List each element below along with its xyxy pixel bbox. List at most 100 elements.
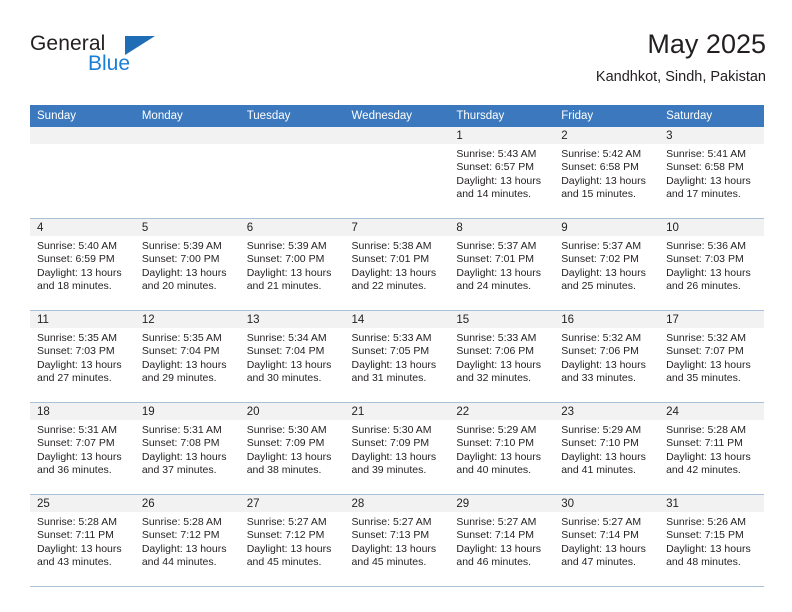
sunset-text: Sunset: 7:00 PM — [141, 253, 220, 266]
day-sun-info: Sunrise: 5:41 AM Sunset: 6:58 PM Daylight:… — [659, 144, 764, 202]
day-number — [344, 127, 450, 144]
weekday-header-monday: Monday — [134, 105, 240, 127]
day-cell: 15 Sunrise: 5:33 AM Sunset: 7:06 PM Dayligh… — [449, 311, 555, 402]
day-cell — [239, 127, 345, 218]
calendar-cell-day[interactable]: 22 Sunrise: 5:29 AM Sunset: 7:10 PM Dayligh… — [449, 402, 555, 495]
calendar-cell-day[interactable]: 29 Sunrise: 5:27 AM Sunset: 7:14 PM Dayligh… — [449, 494, 555, 587]
sunset-text: Sunset: 7:07 PM — [37, 437, 115, 450]
day-number: 30 — [554, 495, 660, 512]
sunrise-text: Sunrise: 5:39 AM — [246, 240, 327, 252]
sunset-text: Sunset: 7:02 PM — [561, 253, 639, 266]
daylight-text: Daylight: 13 hours and 48 minutes. — [666, 542, 751, 569]
day-sun-info: Sunrise: 5:27 AM Sunset: 7:14 PM Daylight:… — [554, 512, 659, 570]
day-number: 13 — [239, 311, 345, 328]
calendar-cell-day[interactable]: 8 Sunrise: 5:37 AM Sunset: 7:01 PM Daylight… — [449, 218, 555, 311]
sunset-text: Sunset: 6:58 PM — [666, 161, 744, 174]
day-cell: 4 Sunrise: 5:40 AM Sunset: 6:59 PM Daylight… — [30, 219, 135, 310]
day-number: 18 — [30, 403, 135, 420]
day-cell: 10 Sunrise: 5:36 AM Sunset: 7:03 PM Dayligh… — [659, 219, 764, 310]
sunrise-text: Sunrise: 5:30 AM — [351, 424, 432, 436]
day-sun-info: Sunrise: 5:32 AM Sunset: 7:07 PM Daylight:… — [659, 328, 764, 386]
sunrise-text: Sunrise: 5:43 AM — [456, 148, 537, 160]
day-sun-info: Sunrise: 5:35 AM Sunset: 7:03 PM Daylight:… — [30, 328, 135, 386]
day-cell: 7 Sunrise: 5:38 AM Sunset: 7:01 PM Daylight… — [344, 219, 450, 310]
day-number: 9 — [554, 219, 660, 236]
daylight-text: Daylight: 13 hours and 41 minutes. — [561, 450, 646, 477]
calendar-cell-day[interactable]: 11 Sunrise: 5:35 AM Sunset: 7:03 PM Dayligh… — [30, 310, 135, 403]
day-number — [30, 127, 135, 144]
day-cell: 24 Sunrise: 5:28 AM Sunset: 7:11 PM Dayligh… — [659, 403, 764, 494]
daylight-text: Daylight: 13 hours and 39 minutes. — [351, 450, 437, 477]
calendar-cell-day[interactable]: 2 Sunrise: 5:42 AM Sunset: 6:58 PM Daylight… — [554, 127, 660, 219]
day-cell: 8 Sunrise: 5:37 AM Sunset: 7:01 PM Daylight… — [449, 219, 555, 310]
day-cell: 6 Sunrise: 5:39 AM Sunset: 7:00 PM Daylight… — [239, 219, 345, 310]
calendar-cell-day[interactable]: 31 Sunrise: 5:26 AM Sunset: 7:15 PM Dayligh… — [659, 494, 764, 587]
calendar-cell-day[interactable]: 19 Sunrise: 5:31 AM Sunset: 7:08 PM Dayligh… — [134, 402, 240, 495]
sunset-text: Sunset: 7:01 PM — [351, 253, 430, 266]
day-number: 14 — [344, 311, 450, 328]
day-sun-info: Sunrise: 5:29 AM Sunset: 7:10 PM Daylight:… — [554, 420, 659, 478]
day-cell: 21 Sunrise: 5:30 AM Sunset: 7:09 PM Dayligh… — [344, 403, 450, 494]
brand-name-blue: Blue — [88, 52, 131, 75]
calendar-cell-day[interactable]: 12 Sunrise: 5:35 AM Sunset: 7:04 PM Dayligh… — [134, 310, 240, 403]
calendar-cell-day[interactable]: 20 Sunrise: 5:30 AM Sunset: 7:09 PM Dayligh… — [239, 402, 345, 495]
calendar-cell-day[interactable]: 23 Sunrise: 5:29 AM Sunset: 7:10 PM Dayligh… — [554, 402, 660, 495]
sunset-text: Sunset: 7:09 PM — [246, 437, 325, 450]
calendar-cell-day[interactable]: 13 Sunrise: 5:34 AM Sunset: 7:04 PM Dayligh… — [239, 310, 345, 403]
calendar-cell-day[interactable]: 17 Sunrise: 5:32 AM Sunset: 7:07 PM Dayligh… — [659, 310, 764, 403]
calendar-cell-day[interactable]: 6 Sunrise: 5:39 AM Sunset: 7:00 PM Daylight… — [239, 218, 345, 311]
calendar-cell-day[interactable]: 9 Sunrise: 5:37 AM Sunset: 7:02 PM Daylight… — [554, 218, 660, 311]
calendar-cell-day[interactable]: 7 Sunrise: 5:38 AM Sunset: 7:01 PM Daylight… — [344, 218, 450, 311]
calendar-cell-day[interactable]: 21 Sunrise: 5:30 AM Sunset: 7:09 PM Dayligh… — [344, 402, 450, 495]
day-cell: 11 Sunrise: 5:35 AM Sunset: 7:03 PM Dayligh… — [30, 311, 135, 402]
day-cell: 28 Sunrise: 5:27 AM Sunset: 7:13 PM Dayligh… — [344, 495, 450, 586]
day-number: 5 — [134, 219, 240, 236]
daylight-text: Daylight: 13 hours and 47 minutes. — [561, 542, 646, 569]
day-number: 22 — [449, 403, 555, 420]
calendar-cell-day[interactable]: 27 Sunrise: 5:27 AM Sunset: 7:12 PM Dayligh… — [239, 494, 345, 587]
day-number: 17 — [659, 311, 764, 328]
day-sun-info: Sunrise: 5:35 AM Sunset: 7:04 PM Daylight:… — [135, 328, 240, 386]
calendar-cell-day[interactable]: 15 Sunrise: 5:33 AM Sunset: 7:06 PM Dayligh… — [449, 310, 555, 403]
title-block: May 2025 Kandhkot, Sindh, Pakistan — [596, 28, 766, 87]
calendar-cell-day[interactable]: 3 Sunrise: 5:41 AM Sunset: 6:58 PM Daylight… — [659, 127, 764, 219]
calendar-cell-day[interactable]: 30 Sunrise: 5:27 AM Sunset: 7:14 PM Dayligh… — [554, 494, 660, 587]
day-sun-info: Sunrise: 5:31 AM Sunset: 7:07 PM Daylight:… — [30, 420, 135, 478]
calendar-cell-day[interactable]: 16 Sunrise: 5:32 AM Sunset: 7:06 PM Dayligh… — [554, 310, 660, 403]
sunrise-text: Sunrise: 5:30 AM — [246, 424, 327, 436]
calendar-cell-day[interactable]: 24 Sunrise: 5:28 AM Sunset: 7:11 PM Dayligh… — [659, 402, 764, 495]
day-sun-info: Sunrise: 5:36 AM Sunset: 7:03 PM Daylight:… — [659, 236, 764, 294]
day-sun-info: Sunrise: 5:30 AM Sunset: 7:09 PM Daylight:… — [240, 420, 345, 478]
sunrise-text: Sunrise: 5:29 AM — [456, 424, 537, 436]
day-cell: 27 Sunrise: 5:27 AM Sunset: 7:12 PM Dayligh… — [239, 495, 345, 586]
calendar-cell-day[interactable]: 10 Sunrise: 5:36 AM Sunset: 7:03 PM Dayligh… — [659, 218, 764, 311]
day-sun-info: Sunrise: 5:38 AM Sunset: 7:01 PM Daylight:… — [345, 236, 450, 294]
daylight-text: Daylight: 13 hours and 15 minutes. — [561, 174, 646, 201]
day-cell: 14 Sunrise: 5:33 AM Sunset: 7:05 PM Dayligh… — [344, 311, 450, 402]
calendar-cell-day[interactable]: 26 Sunrise: 5:28 AM Sunset: 7:12 PM Dayligh… — [134, 494, 240, 587]
page-header: General Blue May 2025 Kandhkot, Sindh, P… — [30, 28, 766, 100]
calendar-cell-day[interactable]: 1 Sunrise: 5:43 AM Sunset: 6:57 PM Daylight… — [449, 127, 555, 219]
day-sun-info: Sunrise: 5:28 AM Sunset: 7:11 PM Daylight:… — [659, 420, 764, 478]
calendar-cell-day[interactable]: 4 Sunrise: 5:40 AM Sunset: 6:59 PM Daylight… — [30, 218, 135, 311]
calendar-cell-day[interactable]: 25 Sunrise: 5:28 AM Sunset: 7:11 PM Dayligh… — [30, 494, 135, 587]
daylight-text: Daylight: 13 hours and 25 minutes. — [561, 266, 646, 293]
day-sun-info: Sunrise: 5:33 AM Sunset: 7:06 PM Daylight:… — [449, 328, 554, 386]
calendar-cell-day[interactable]: 18 Sunrise: 5:31 AM Sunset: 7:07 PM Dayligh… — [30, 402, 135, 495]
sunrise-text: Sunrise: 5:34 AM — [246, 332, 327, 344]
weekday-header-thursday: Thursday — [449, 105, 555, 127]
brand-logo[interactable]: General Blue — [30, 32, 200, 90]
day-sun-info: Sunrise: 5:32 AM Sunset: 7:06 PM Daylight:… — [554, 328, 659, 386]
daylight-text: Daylight: 13 hours and 32 minutes. — [456, 358, 542, 385]
sunrise-text: Sunrise: 5:38 AM — [351, 240, 432, 252]
sunrise-text: Sunrise: 5:33 AM — [351, 332, 432, 344]
day-sun-info: Sunrise: 5:31 AM Sunset: 7:08 PM Daylight:… — [135, 420, 240, 478]
calendar-cell-day[interactable]: 14 Sunrise: 5:33 AM Sunset: 7:05 PM Dayligh… — [344, 310, 450, 403]
sunrise-text: Sunrise: 5:28 AM — [141, 516, 222, 528]
daylight-text: Daylight: 13 hours and 20 minutes. — [141, 266, 227, 293]
sunrise-text: Sunrise: 5:37 AM — [456, 240, 537, 252]
day-cell: 31 Sunrise: 5:26 AM Sunset: 7:15 PM Dayligh… — [659, 495, 764, 586]
calendar-cell-day[interactable]: 5 Sunrise: 5:39 AM Sunset: 7:00 PM Daylight… — [134, 218, 240, 311]
calendar-cell-day[interactable]: 28 Sunrise: 5:27 AM Sunset: 7:13 PM Dayligh… — [344, 494, 450, 587]
day-cell: 12 Sunrise: 5:35 AM Sunset: 7:04 PM Dayligh… — [134, 311, 240, 402]
